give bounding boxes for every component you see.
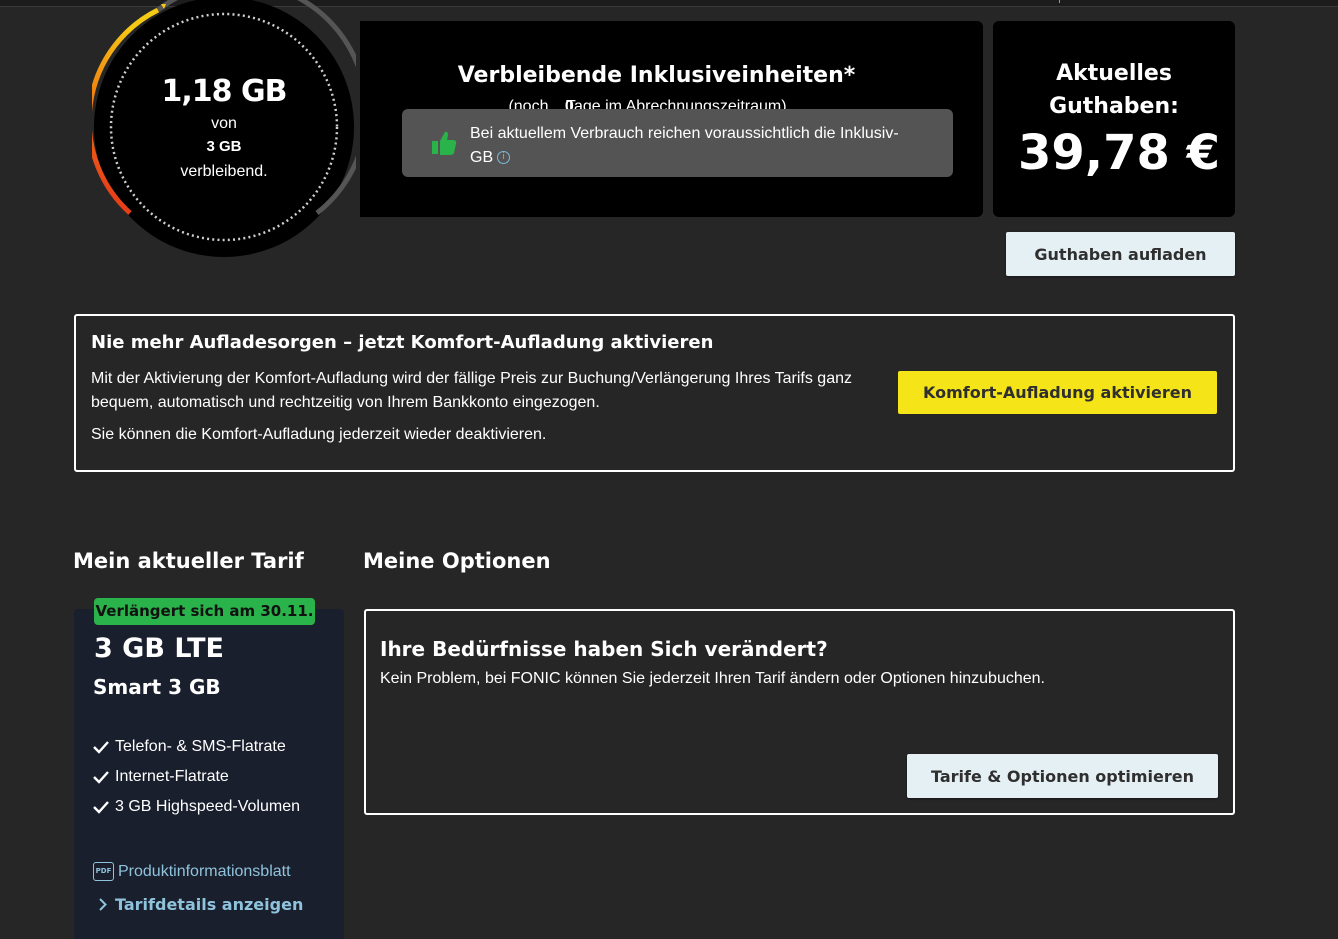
renewal-badge: Verlängert sich am 30.11. <box>94 598 315 625</box>
options-title: Ihre Bedürfnisse haben Sich verändert? <box>380 637 828 661</box>
info-icon[interactable]: i <box>497 151 511 165</box>
total-volume: 3 GB <box>206 138 242 155</box>
pdf-icon: PDF <box>93 862 114 881</box>
product-info-sheet-label: Produktinformationsblatt <box>118 862 291 880</box>
tariff-feature: Telefon- & SMS-Flatrate <box>93 738 286 756</box>
comfort-topup-description: Mit der Aktivierung der Komfort-Aufladun… <box>91 370 852 411</box>
tariff-subname: Smart 3 GB <box>93 675 221 699</box>
inclusive-units-title: Verbleibende Inklusiveinheiten* <box>457 63 856 88</box>
current-tariff-heading: Mein aktueller Tarif <box>73 549 304 573</box>
comfort-topup-note: Sie können die Komfort-Aufladung jederze… <box>91 426 547 443</box>
tariff-details-link[interactable]: Tarifdetails anzeigen <box>99 895 303 914</box>
checkmark-icon <box>93 741 109 754</box>
top-divider-tick <box>1059 0 1060 3</box>
balance-amount: 39,78 € <box>1018 125 1220 181</box>
options-description: Kein Problem, bei FONIC können Sie jeder… <box>380 670 1045 687</box>
my-options-heading: Meine Optionen <box>363 549 551 573</box>
tariff-feature: Internet-Flatrate <box>93 768 229 786</box>
forecast-message: Bei aktuellem Verbrauch reichen voraussi… <box>470 125 899 166</box>
activate-comfort-topup-button[interactable]: Komfort-Aufladung aktivieren <box>898 371 1217 414</box>
balance-label: Aktuelles Guthaben: <box>1049 61 1179 119</box>
remaining-label: verbleibend. <box>180 163 268 180</box>
tariff-details-label: Tarifdetails anzeigen <box>115 895 304 914</box>
remaining-volume: 1,18 GB <box>161 74 288 109</box>
thumbs-up-icon <box>432 131 457 155</box>
comfort-topup-title: Nie mehr Aufladesorgen – jetzt Komfort-A… <box>91 332 714 353</box>
optimize-tariffs-button[interactable]: Tarife & Optionen optimieren <box>907 754 1218 798</box>
checkmark-icon <box>93 801 109 814</box>
checkmark-icon <box>93 771 109 784</box>
tariff-feature: 3 GB Highspeed-Volumen <box>93 798 300 816</box>
chevron-right-icon <box>99 898 107 911</box>
tariff-name: 3 GB LTE <box>94 633 224 664</box>
of-label: von <box>211 115 237 132</box>
topup-button[interactable]: Guthaben aufladen <box>1006 232 1235 276</box>
balance-panel: Aktuelles Guthaben: 39,78 € <box>993 21 1235 217</box>
product-info-sheet-link[interactable]: PDF Produktinformationsblatt <box>93 862 291 881</box>
